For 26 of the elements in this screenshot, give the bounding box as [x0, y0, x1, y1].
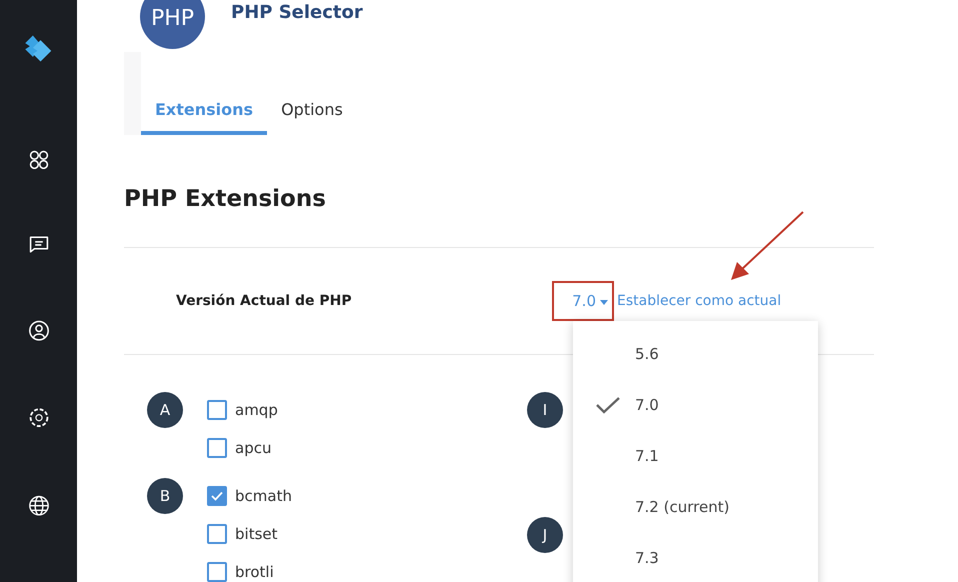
php-logo: PHP: [140, 0, 205, 49]
check-icon: [211, 491, 223, 501]
version-option[interactable]: 7.0: [573, 379, 818, 430]
letter-badge: B: [147, 478, 183, 514]
checkbox[interactable]: [207, 486, 227, 506]
extension-name: amqp: [235, 401, 278, 419]
version-label: Versión Actual de PHP: [176, 293, 353, 309]
version-option[interactable]: 7.3: [573, 532, 818, 582]
checkbox[interactable]: [207, 524, 227, 544]
extension-name: apcu: [235, 439, 272, 457]
version-option[interactable]: 7.2 (current): [573, 481, 818, 532]
letter-badge: I: [527, 392, 563, 428]
checkbox[interactable]: [207, 400, 227, 420]
extension-name: bitset: [235, 525, 278, 543]
extension-name: bcmath: [235, 487, 292, 505]
section-heading: PHP Extensions: [124, 185, 327, 214]
extension-name: brotli: [235, 563, 274, 581]
version-option[interactable]: 7.1: [573, 430, 818, 481]
page-title: PHP Selector: [231, 2, 363, 23]
letter-badge: A: [147, 392, 183, 428]
tab[interactable]: Options: [267, 100, 357, 135]
letter-badge: J: [527, 517, 563, 553]
checkbox[interactable]: [207, 562, 227, 582]
caret-icon: [600, 300, 608, 304]
version-option[interactable]: 5.6: [573, 328, 818, 379]
checkbox[interactable]: [207, 438, 227, 458]
